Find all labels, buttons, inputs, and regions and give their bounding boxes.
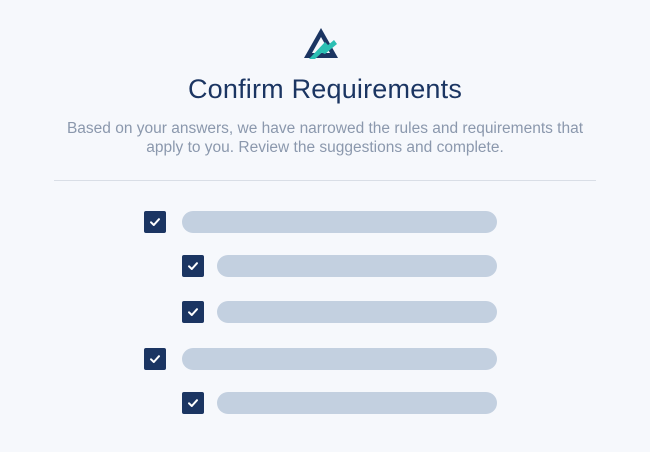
checkmark-icon — [150, 218, 160, 226]
triangle-logo-icon — [304, 28, 338, 59]
requirement-placeholder-bar — [217, 301, 497, 323]
checkmark-icon — [188, 399, 198, 407]
brand-logo — [303, 26, 339, 60]
requirement-placeholder-bar — [217, 392, 497, 414]
requirement-placeholder-bar — [182, 211, 497, 233]
page-title: Confirm Requirements — [187, 74, 463, 104]
checkmark-icon — [150, 355, 160, 363]
requirement-checkbox[interactable] — [182, 301, 204, 323]
checkmark-icon — [188, 308, 198, 316]
checkmark-icon — [188, 262, 198, 270]
requirement-placeholder-bar — [217, 255, 497, 277]
requirement-checkbox[interactable] — [182, 392, 204, 414]
requirement-checkbox[interactable] — [182, 255, 204, 277]
divider — [54, 180, 596, 181]
requirement-placeholder-bar — [182, 348, 497, 370]
requirement-checkbox[interactable] — [144, 348, 166, 370]
page-subtitle: Based on your answers, we have narrowed … — [66, 120, 584, 156]
requirement-checkbox[interactable] — [144, 211, 166, 233]
